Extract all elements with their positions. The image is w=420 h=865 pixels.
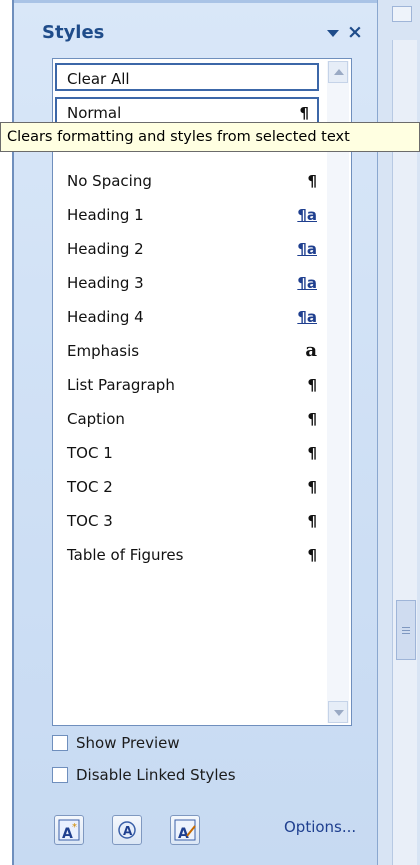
style-inspector-button[interactable]: A [112,815,142,845]
paragraph-mark-icon: ¶ [307,444,317,462]
dropdown-arrow-icon[interactable] [327,30,339,37]
paragraph-mark-icon: ¶ [307,546,317,564]
style-item-heading-3[interactable]: Heading 3 ¶a [67,269,317,297]
linked-style-icon: ¶a [297,274,317,292]
character-style-icon: a [305,340,317,361]
grip-icon [402,627,410,628]
svg-text:*: * [72,822,77,833]
close-icon[interactable]: × [347,22,363,42]
paragraph-mark-icon: ¶ [307,512,317,530]
style-item-list-paragraph[interactable]: List Paragraph ¶ [67,371,317,399]
scroll-up-button[interactable] [328,61,348,83]
paragraph-mark-icon: ¶ [307,172,317,190]
show-preview-row[interactable]: Show Preview [52,734,180,752]
style-item-table-of-figures[interactable]: Table of Figures ¶ [67,541,317,569]
options-link[interactable]: Options... [284,818,356,836]
linked-style-icon: ¶a [297,206,317,224]
style-item-toc-2[interactable]: TOC 2 ¶ [67,473,317,501]
document-scrollbar[interactable] [392,40,417,865]
paragraph-mark-icon: ¶ [307,410,317,428]
style-item-heading-4[interactable]: Heading 4 ¶a [67,303,317,331]
new-style-button[interactable]: A * [54,815,84,845]
style-item-emphasis[interactable]: Emphasis a [67,337,317,365]
view-ruler-icon[interactable] [392,6,412,22]
scroll-down-icon [334,710,344,716]
linked-style-icon: ¶a [297,308,317,326]
paragraph-mark-icon: ¶ [307,478,317,496]
paragraph-mark-icon: ¶ [307,376,317,394]
manage-styles-button[interactable]: A [170,815,200,845]
style-item-clear-all[interactable]: Clear All [55,63,319,91]
clear-all-tooltip: Clears formatting and styles from select… [0,122,420,152]
style-inspector-icon: A [118,821,136,839]
new-style-icon: A * [58,819,80,842]
style-item-caption[interactable]: Caption ¶ [67,405,317,433]
linked-style-icon: ¶a [297,240,317,258]
disable-linked-styles-row[interactable]: Disable Linked Styles [52,766,236,784]
style-item-no-spacing[interactable]: No Spacing ¶ [67,167,317,195]
document-scroll-thumb[interactable] [396,600,416,660]
style-item-heading-1[interactable]: Heading 1 ¶a [67,201,317,229]
style-item-toc-3[interactable]: TOC 3 ¶ [67,507,317,535]
scroll-up-icon [334,69,344,75]
style-item-toc-1[interactable]: TOC 1 ¶ [67,439,317,467]
show-preview-checkbox[interactable] [52,735,68,751]
style-item-normal[interactable]: Normal ¶ [55,97,319,125]
manage-styles-icon: A [174,819,196,842]
styles-scrollbar[interactable] [327,61,349,723]
svg-text:A: A [123,824,133,838]
styles-list: Clear All Normal ¶ No Spacing ¶ Heading 1 ¶… [52,58,352,726]
disable-linked-styles-checkbox[interactable] [52,767,68,783]
pane-title: Styles [42,22,105,43]
style-item-heading-2[interactable]: Heading 2 ¶a [67,235,317,263]
scroll-down-button[interactable] [328,701,348,723]
